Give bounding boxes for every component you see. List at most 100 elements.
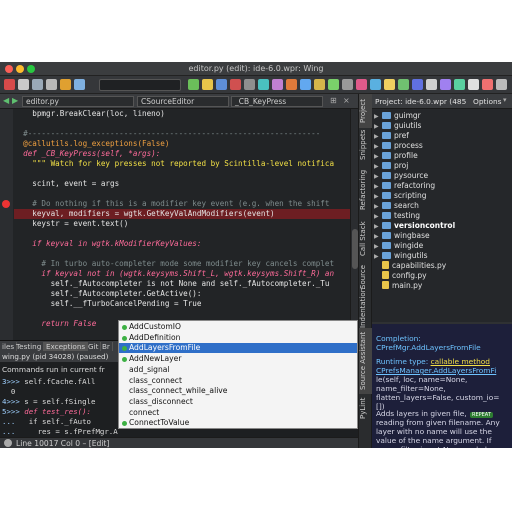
shell-line[interactable]: 4>>> s = self.fSingle	[2, 397, 95, 407]
toolbar-search-input[interactable]	[99, 79, 181, 91]
expand-arrow-icon[interactable]: ▶	[374, 252, 382, 262]
split-options-icon[interactable]: ⊞	[330, 96, 337, 105]
autocomplete-item[interactable]: connect	[119, 408, 357, 418]
shell-line[interactable]: ... if self._fAuto	[2, 417, 91, 427]
tab-project[interactable]: Project	[359, 94, 373, 128]
new-file-icon[interactable]	[4, 79, 15, 90]
runtime-type-link[interactable]: callable method	[431, 357, 490, 366]
project-tree-item[interactable]: ▶ profile	[374, 151, 418, 161]
search-icon[interactable]	[342, 79, 353, 90]
vcs-icon[interactable]	[454, 79, 465, 90]
tab-call-stack[interactable]: Call Stack	[359, 218, 373, 260]
shell-session-select[interactable]: wing.py (pid 34028) (paused)	[2, 352, 108, 361]
stop-icon[interactable]	[230, 79, 241, 90]
outdent-icon[interactable]	[412, 79, 423, 90]
undo-icon[interactable]	[74, 79, 85, 90]
project-tree-item[interactable]: config.py	[382, 271, 427, 281]
shell-line[interactable]: 5>>> def test_res():	[2, 407, 91, 417]
shell-line[interactable]: 3>>> self.fCache.fAll	[2, 377, 95, 387]
code-line[interactable]: if keyval not in (wgtk.keysyms.Shift_L, …	[14, 269, 334, 279]
back-arrow-icon[interactable]: ◀	[3, 96, 9, 105]
comment-icon[interactable]	[426, 79, 437, 90]
step-into-icon[interactable]	[216, 79, 227, 90]
autocomplete-popup[interactable]: AddCustomIO AddDefinition AddLayersFromFil…	[118, 320, 358, 429]
autocomplete-item[interactable]: class_connect_while_alive	[119, 386, 357, 396]
tab-indentation[interactable]: Indentation	[359, 288, 373, 328]
project-tree-item[interactable]: ▶ pysource	[374, 171, 428, 181]
code-line[interactable]: self._fAutocompleter is not None and sel…	[14, 279, 330, 289]
project-tree-item[interactable]: ▶ wingide	[374, 241, 423, 251]
autocomplete-item[interactable]: AddNewLayer	[119, 354, 357, 364]
tab-source-assistant[interactable]: Source Assistant	[359, 328, 373, 394]
method-selector[interactable]: _CB_KeyPress	[231, 96, 323, 107]
code-line[interactable]: def _CB_KeyPress(self, *args):	[14, 149, 160, 159]
class-selector[interactable]: CSourceEditor	[137, 96, 229, 107]
editor-scrollbar[interactable]	[350, 109, 358, 340]
close-editor-icon[interactable]: ×	[343, 96, 350, 105]
breakpoint-icon[interactable]	[300, 79, 311, 90]
code-line[interactable]: bpmgr.BreakClear(loc, lineno)	[14, 109, 165, 119]
indent-icon[interactable]	[398, 79, 409, 90]
code-line[interactable]: # Do nothing if this is a modifier key e…	[14, 199, 329, 209]
autocomplete-item[interactable]: add_signal	[119, 365, 357, 375]
code-line[interactable]: @callutils.log_exceptions(False)	[14, 139, 169, 149]
preferences-icon[interactable]	[468, 79, 479, 90]
project-tree-item[interactable]: ▶ wingbase	[374, 231, 430, 241]
repeat-badge[interactable]: REPEAT	[470, 409, 493, 418]
project-tree-item[interactable]: ▶ process	[374, 141, 423, 151]
project-tree-item[interactable]: ▶ versioncontrol	[374, 221, 455, 231]
file-selector[interactable]: editor.py	[22, 96, 134, 107]
goto-definition-icon[interactable]	[370, 79, 381, 90]
code-line[interactable]: keystr = event.text()	[14, 219, 128, 229]
bookmark-icon[interactable]	[356, 79, 367, 90]
restart-icon[interactable]	[286, 79, 297, 90]
signature-line-1[interactable]: CPrefsManager.AddLayersFromFi	[376, 366, 496, 375]
debug-icon[interactable]	[188, 79, 199, 90]
debug-shell[interactable]: wing.py (pid 34028) (paused) Commands ru…	[0, 351, 118, 437]
project-tree-item[interactable]: capabilities.py	[382, 261, 446, 271]
breakpoint-marker-icon[interactable]	[2, 200, 10, 208]
autocomplete-item[interactable]: AddCustomIO	[119, 322, 357, 332]
code-line[interactable]: self.__fTurboCancelPending = True	[14, 299, 202, 309]
tab-pylint[interactable]: PyLint	[359, 394, 373, 422]
tab-refactoring[interactable]: Refactoring	[359, 162, 373, 218]
project-tree-item[interactable]: ▶ refactoring	[374, 181, 435, 191]
autocomplete-item[interactable]: class_disconnect	[119, 397, 357, 407]
code-line[interactable]: """ Watch for key presses not reported b…	[14, 159, 334, 169]
code-line[interactable]: keyval, modifiers = wgtk.GetKeyValAndMod…	[14, 209, 274, 219]
diff-icon[interactable]	[440, 79, 451, 90]
save-all-icon[interactable]	[46, 79, 57, 90]
shell-line[interactable]: ... res = s.fPrefMgr.Add	[2, 427, 118, 437]
pause-icon[interactable]	[244, 79, 255, 90]
project-tree-item[interactable]: ▶ testing	[374, 211, 420, 221]
project-tree-item[interactable]: ▶ scripting	[374, 191, 427, 201]
project-tree-item[interactable]: ▶ pref	[374, 131, 409, 141]
project-tree-item[interactable]: ▶ search	[374, 201, 419, 211]
forward-arrow-icon[interactable]: ▶	[12, 96, 18, 105]
project-tree-item[interactable]: ▶ wingutils	[374, 251, 428, 261]
code-line[interactable]: scint, event = args	[14, 179, 119, 189]
autocomplete-item[interactable]: ConnectToValue	[119, 418, 357, 428]
autocomplete-item[interactable]: AddLayersFromFile	[119, 343, 357, 354]
find-uses-icon[interactable]	[384, 79, 395, 90]
code-line[interactable]: #---------------------------------------…	[14, 129, 320, 139]
code-line[interactable]: if keyval in wgtk.kModifierKeyValues:	[14, 239, 201, 249]
options-chevron-down-icon[interactable]: ▾	[503, 96, 507, 104]
autocomplete-item[interactable]: class_connect	[119, 376, 357, 386]
shell-line[interactable]: 0	[2, 387, 15, 397]
shell-icon[interactable]	[328, 79, 339, 90]
status-icon[interactable]	[4, 439, 12, 447]
run-icon[interactable]	[202, 79, 213, 90]
cut-icon[interactable]	[60, 79, 71, 90]
code-line[interactable]: # In turbo auto-completer mode some modi…	[14, 259, 334, 269]
help-icon[interactable]	[482, 79, 493, 90]
project-options-menu[interactable]: Options	[473, 97, 502, 106]
editor-gutter[interactable]	[0, 109, 13, 340]
project-tree-item[interactable]: ▶ guimgr	[374, 111, 421, 121]
project-tree-item[interactable]: ▶ guiutils	[374, 121, 421, 131]
open-file-icon[interactable]	[18, 79, 29, 90]
step-out-icon[interactable]	[272, 79, 283, 90]
code-line[interactable]: self._fAutocompleter.GetActive():	[14, 289, 202, 299]
project-tree-item[interactable]: main.py	[382, 281, 422, 291]
tab-snippets[interactable]: Snippets	[359, 128, 373, 162]
